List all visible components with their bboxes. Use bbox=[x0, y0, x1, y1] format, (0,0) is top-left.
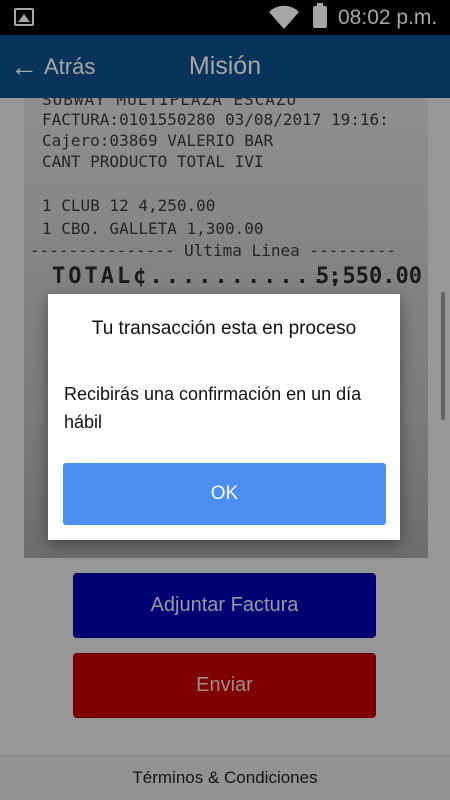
dialog-message: Recibirás una confirmación en un día háb… bbox=[64, 384, 362, 432]
ok-button[interactable]: OK bbox=[63, 463, 386, 525]
processing-dialog: Tu transacción esta en proceso Recibirás… bbox=[48, 294, 400, 540]
dialog-title: Tu transacción esta en proceso bbox=[91, 318, 357, 339]
